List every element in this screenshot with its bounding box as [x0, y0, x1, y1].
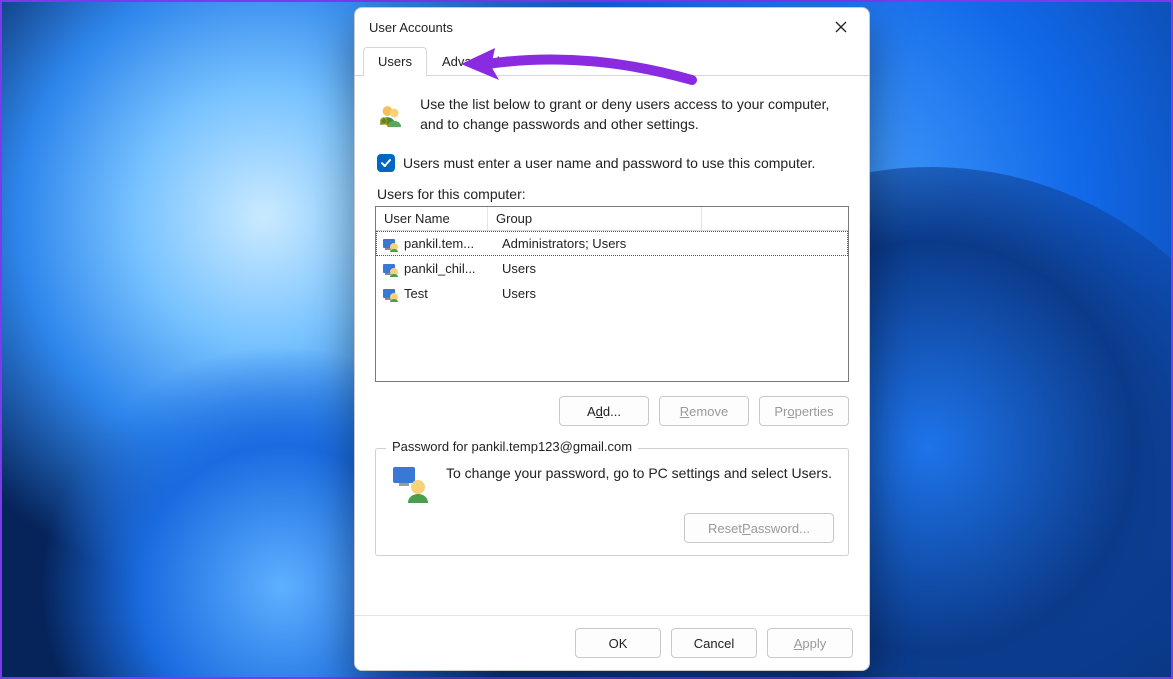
- titlebar[interactable]: User Accounts: [355, 8, 869, 46]
- user-icon: [382, 236, 398, 252]
- users-list-label: Users for this computer:: [377, 186, 847, 202]
- tab-users[interactable]: Users: [363, 47, 427, 76]
- users-icon: [377, 94, 404, 138]
- cancel-button[interactable]: Cancel: [671, 628, 757, 658]
- intro-row: Use the list below to grant or deny user…: [377, 94, 847, 138]
- add-button[interactable]: Add...: [559, 396, 649, 426]
- require-password-label: Users must enter a user name and passwor…: [403, 155, 815, 171]
- cell-group: Users: [494, 257, 848, 280]
- users-listbox[interactable]: User Name Group pankil.tem... Administra…: [375, 206, 849, 382]
- col-header-spacer: [702, 207, 846, 230]
- password-group: Password for pankil.temp123@gmail.com To…: [375, 448, 849, 556]
- user-buttons-row: Add... Remove Properties: [375, 396, 849, 426]
- col-header-group[interactable]: Group: [488, 207, 702, 230]
- list-header: User Name Group: [376, 207, 848, 231]
- reset-password-button[interactable]: Reset Password...: [684, 513, 834, 543]
- cell-group: Users: [494, 282, 848, 305]
- apply-button[interactable]: Apply: [767, 628, 853, 658]
- cell-username: pankil.tem...: [402, 232, 494, 255]
- user-icon: [382, 261, 398, 277]
- cell-username: Test: [402, 282, 494, 305]
- user-icon: [382, 286, 398, 302]
- cell-username: pankil_chil...: [402, 257, 494, 280]
- tab-advanced[interactable]: Advanced: [427, 47, 515, 76]
- list-item[interactable]: pankil.tem... Administrators; Users: [376, 231, 848, 256]
- remove-button[interactable]: Remove: [659, 396, 749, 426]
- intro-text: Use the list below to grant or deny user…: [420, 94, 847, 135]
- tabstrip: Users Advanced: [355, 46, 869, 76]
- col-header-username[interactable]: User Name: [376, 207, 488, 230]
- password-group-text: To change your password, go to PC settin…: [446, 463, 832, 483]
- user-accounts-window: User Accounts Users Advanced Use the lis…: [354, 7, 870, 671]
- dialog-footer: OK Cancel Apply: [355, 615, 869, 670]
- ok-button[interactable]: OK: [575, 628, 661, 658]
- window-title: User Accounts: [369, 20, 453, 35]
- cell-group: Administrators; Users: [494, 232, 848, 255]
- close-icon: [835, 21, 847, 33]
- close-button[interactable]: [821, 12, 861, 42]
- checkmark-icon: [380, 157, 392, 169]
- password-group-legend: Password for pankil.temp123@gmail.com: [386, 439, 638, 454]
- require-password-row: Users must enter a user name and passwor…: [377, 154, 847, 172]
- list-item[interactable]: pankil_chil... Users: [376, 256, 848, 281]
- properties-button[interactable]: Properties: [759, 396, 849, 426]
- require-password-checkbox[interactable]: [377, 154, 395, 172]
- list-item[interactable]: Test Users: [376, 281, 848, 306]
- password-user-icon: [390, 463, 430, 503]
- tab-panel-users: Use the list below to grant or deny user…: [355, 76, 869, 615]
